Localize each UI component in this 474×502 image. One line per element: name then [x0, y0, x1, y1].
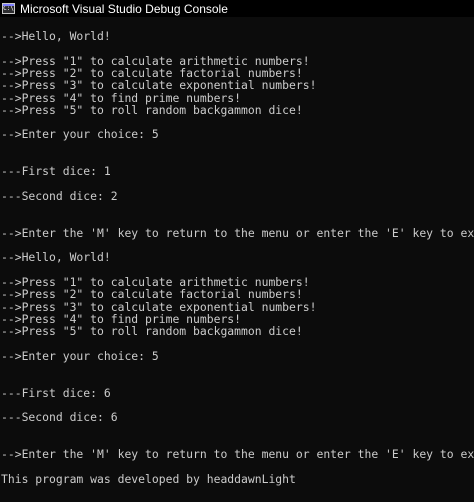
- console-line: -->Press "3" to calculate exponential nu…: [1, 299, 317, 314]
- console-line: This program was developed by headdawnLi…: [1, 471, 296, 486]
- console-line: -->Hello, World!: [1, 29, 111, 43]
- window-title: Microsoft Visual Studio Debug Console: [20, 1, 228, 16]
- console-output[interactable]: -->Hello, World! -->Press "1" to calculat…: [0, 17, 474, 502]
- console-line: -->Press "4" to find prime numbers!: [1, 311, 242, 326]
- console-app-icon: C:\: [2, 3, 15, 14]
- console-line: -->Enter your choice: 5: [1, 348, 159, 363]
- console-line: -->Press "5" to roll random backgammon d…: [1, 324, 303, 339]
- title-bar: C:\ Microsoft Visual Studio Debug Consol…: [0, 0, 474, 17]
- console-line: ---Second dice: 2: [1, 188, 118, 203]
- console-line: -->Enter your choice: 5: [1, 127, 159, 142]
- console-line: ---Second dice: 6: [1, 410, 118, 425]
- console-line: ---First dice: 6: [1, 385, 111, 400]
- console-line: ---First dice: 1: [1, 164, 111, 179]
- console-line: -->Press "1" to calculate arithmetic num…: [1, 275, 310, 289]
- console-line: -->Press "2" to calculate factorial numb…: [1, 287, 303, 302]
- console-line: -->Press "3" to calculate exponential nu…: [1, 78, 317, 93]
- console-line: -->Press "2" to calculate factorial numb…: [1, 65, 303, 80]
- console-line: -->Press "4" to find prime numbers!: [1, 90, 242, 105]
- console-line: -->Enter the 'M' key to return to the me…: [1, 447, 474, 462]
- console-line: -->Press "5" to roll random backgammon d…: [1, 102, 303, 117]
- console-line: -->Press "1" to calculate arithmetic num…: [1, 53, 310, 68]
- console-line: -->Enter the 'M' key to return to the me…: [1, 225, 474, 240]
- console-line: -->Hello, World!: [1, 250, 111, 265]
